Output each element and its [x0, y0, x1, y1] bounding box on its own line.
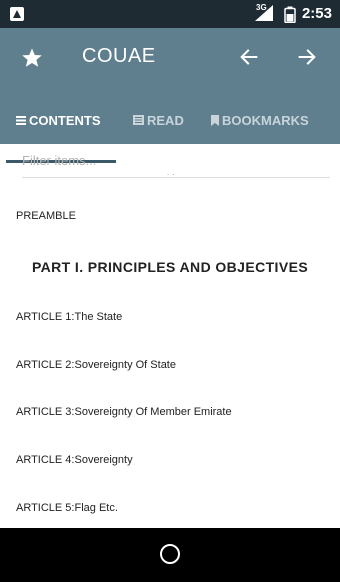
- arrow-left-icon[interactable]: [238, 46, 260, 68]
- tab-read[interactable]: READ: [133, 96, 184, 144]
- scroll-indicator: ˙ ˙: [167, 173, 176, 183]
- tab-bookmarks-label: BOOKMARKS: [222, 112, 309, 128]
- app-bar: COUAE CONTENTS READ BOOKMARKS: [0, 28, 340, 163]
- tab-bookmarks[interactable]: BOOKMARKS: [211, 96, 309, 144]
- status-clock: 2:53: [301, 5, 332, 22]
- book-icon: [133, 115, 144, 125]
- filter-input[interactable]: [22, 150, 330, 168]
- battery-icon: [284, 6, 296, 23]
- status-bar: 3G 2:53: [0, 0, 340, 28]
- network-type-label: 3G: [256, 3, 267, 12]
- notification-icon: [10, 7, 24, 21]
- contents-list: PREAMBLE PART I. PRINCIPLES AND OBJECTIV…: [0, 190, 340, 528]
- filter-field: [22, 150, 330, 178]
- list-item-article[interactable]: ARTICLE 1:The State: [16, 311, 122, 323]
- home-icon[interactable]: [160, 544, 180, 564]
- bookmark-icon: [211, 114, 219, 126]
- part-heading[interactable]: PART I. PRINCIPLES AND OBJECTIVES: [0, 259, 340, 275]
- list-item-article[interactable]: ARTICLE 5:Flag Etc.: [16, 502, 118, 514]
- app-title: COUAE: [82, 45, 156, 67]
- list-icon: [16, 116, 26, 125]
- list-item-preamble[interactable]: PREAMBLE: [16, 210, 76, 222]
- list-item-article[interactable]: ARTICLE 2:Sovereignty Of State: [16, 359, 176, 371]
- star-icon[interactable]: [20, 46, 44, 70]
- tab-bar: CONTENTS READ BOOKMARKS: [0, 96, 340, 163]
- tab-contents-label: CONTENTS: [29, 112, 101, 128]
- system-nav-bar: [0, 528, 340, 582]
- tab-contents[interactable]: CONTENTS: [16, 96, 101, 144]
- tab-read-label: READ: [147, 112, 184, 128]
- list-item-article[interactable]: ARTICLE 4:Sovereignty: [16, 454, 133, 466]
- arrow-right-icon[interactable]: [296, 46, 318, 68]
- list-item-article[interactable]: ARTICLE 3:Sovereignty Of Member Emirate: [16, 406, 232, 418]
